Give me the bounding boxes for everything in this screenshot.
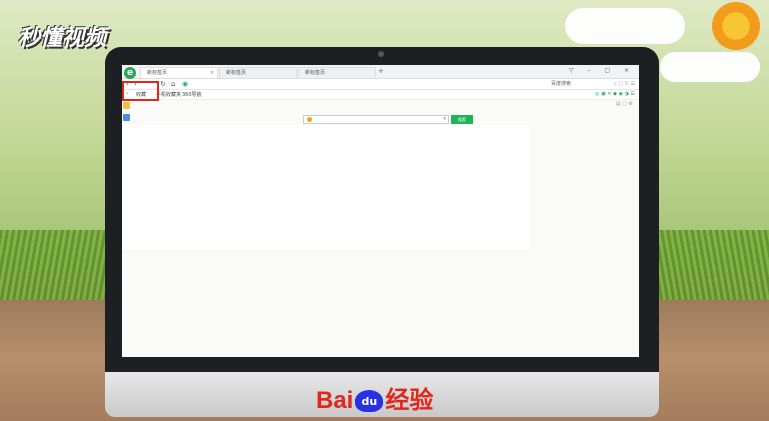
webcam-icon (378, 51, 384, 57)
home-icon[interactable]: ⌂ (171, 80, 175, 88)
sun-icon (712, 2, 760, 50)
toolbar-icons[interactable]: ⌕ ▢ ↻ ☰ (614, 81, 635, 87)
search-input[interactable]: ▾ (303, 115, 449, 124)
bookmark-360-nav[interactable]: 360导航 (182, 91, 202, 98)
chevron-down-icon[interactable]: ▾ (443, 116, 446, 122)
shield-icon: ◉ (182, 80, 189, 88)
grass-decoration-right (654, 230, 769, 300)
new-tab-button[interactable]: + (378, 67, 384, 75)
search-button[interactable]: 搜索 (451, 115, 473, 124)
document-icon[interactable] (123, 114, 130, 121)
window-controls[interactable]: ▽ – ▢ × (569, 67, 635, 74)
browser-logo-icon[interactable]: e (124, 67, 136, 79)
baidu-text: Bai (316, 387, 354, 414)
tab-new-1[interactable]: 新标签页 × (140, 67, 218, 78)
search-engine-label[interactable]: 百度搜索 (551, 80, 571, 87)
tab-new-2[interactable]: 新标签页 (219, 67, 297, 78)
watermark-logo: 秒懂视频 (18, 26, 107, 51)
close-icon[interactable]: × (210, 68, 214, 79)
360-search-icon (307, 117, 312, 122)
baidu-paw-icon: du (355, 390, 384, 412)
cloud-decoration (660, 52, 760, 82)
jingyan-text: 经验 (385, 386, 434, 414)
refresh-icon[interactable]: ↻ (160, 80, 166, 88)
extension-icons[interactable]: ◎ ▣ ✕ ◆ ◉ ◑ ☰ (595, 91, 635, 97)
tab-bar: e 新标签页 × 新标签页 新标签页 + ▽ – ▢ × (122, 65, 639, 79)
tab-new-3[interactable]: 新标签页 (298, 67, 376, 78)
tab-label: 新标签页 (226, 70, 247, 76)
baidu-jingyan-logo: Bai du 经验 (316, 380, 433, 415)
page-tools-icons[interactable]: ▤ ▢ ⚙ (616, 101, 633, 107)
highlight-annotation (122, 81, 159, 101)
folder-icon[interactable] (123, 102, 130, 109)
cloud-decoration (565, 8, 685, 44)
bookmark-mobile-favorites[interactable]: 手机收藏夹 (156, 91, 181, 98)
browser-window: e 新标签页 × 新标签页 新标签页 + ▽ – ▢ × ‹ › ↻ ⌂ ◉ 百… (122, 65, 639, 357)
tab-label: 新标签页 (147, 70, 168, 76)
bookmark-bar: ‹ 收藏 手机收藏夹 360导航 ◎ ▣ ✕ ◆ ◉ ◑ ☰ (122, 90, 639, 100)
content-panel (122, 125, 529, 249)
navigation-bar: ‹ › ↻ ⌂ ◉ 百度搜索 ⌕ ▢ ↻ ☰ (122, 79, 639, 90)
grass-decoration-left (0, 230, 120, 300)
tab-label: 新标签页 (305, 70, 326, 76)
